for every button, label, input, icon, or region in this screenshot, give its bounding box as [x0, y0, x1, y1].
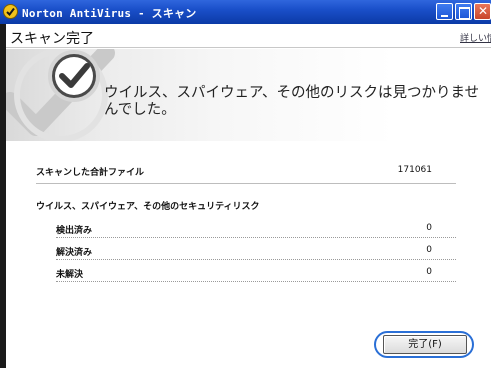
divider: [56, 259, 456, 260]
close-button[interactable]: [474, 3, 491, 20]
minimize-button[interactable]: [436, 3, 453, 20]
divider: [36, 183, 456, 184]
done-button[interactable]: 完了(F): [383, 335, 467, 354]
norton-scan-window: Norton AntiVirus - スキャン スキャン完了 詳しい情報 ウイル…: [0, 0, 491, 368]
detected-value: 0: [426, 223, 432, 233]
page-title: スキャン完了: [10, 31, 94, 47]
risks-section-label: ウイルス、スパイウェア、その他のセキュリティリスク: [36, 202, 260, 212]
norton-app-icon: [3, 4, 18, 19]
title-bar[interactable]: Norton AntiVirus - スキャン: [0, 0, 491, 24]
checkmark-icon: [48, 50, 100, 102]
total-files-label: スキャンした合計ファイル: [36, 168, 145, 178]
divider: [56, 237, 456, 238]
resolved-label: 解決済み: [56, 248, 93, 258]
page-header: スキャン完了 詳しい情報: [6, 24, 491, 48]
unresolved-value: 0: [426, 267, 432, 277]
unresolved-label: 未解決: [56, 270, 84, 280]
resolved-value: 0: [426, 245, 432, 255]
result-banner: ウイルス、スパイウェア、その他のリスクは見つかりませんでした。: [6, 49, 491, 141]
maximize-button[interactable]: [455, 3, 472, 20]
detected-label: 検出済み: [56, 226, 93, 236]
window-title: Norton AntiVirus - スキャン: [22, 7, 197, 20]
result-message: ウイルス、スパイウェア、その他のリスクは見つかりませんでした。: [104, 85, 480, 118]
total-files-value: 171061: [397, 165, 432, 175]
details-link[interactable]: 詳しい情報: [460, 31, 491, 44]
divider: [56, 281, 456, 282]
